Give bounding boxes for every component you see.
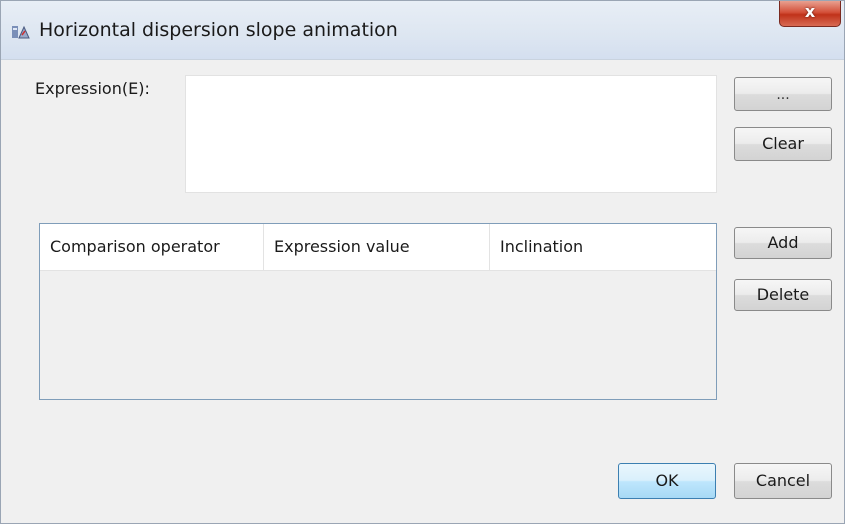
column-header-expression-value[interactable]: Expression value [264, 224, 490, 270]
ok-button[interactable]: OK [618, 463, 716, 499]
app-icon [11, 23, 31, 41]
close-icon: x [804, 2, 816, 21]
clear-button[interactable]: Clear [734, 127, 832, 161]
condition-table[interactable]: Comparison operator Expression value Inc… [39, 223, 717, 400]
column-header-inclination[interactable]: Inclination [490, 224, 716, 270]
expression-input[interactable] [185, 75, 717, 193]
dialog-window: Horizontal dispersion slope animation x … [0, 0, 845, 524]
browse-button[interactable]: ... [734, 77, 832, 111]
window-title: Horizontal dispersion slope animation [39, 19, 398, 41]
delete-button[interactable]: Delete [734, 279, 832, 311]
browse-button-label: ... [776, 86, 790, 103]
title-bar[interactable]: Horizontal dispersion slope animation x [1, 1, 844, 60]
table-header: Comparison operator Expression value Inc… [40, 224, 716, 271]
column-header-comparison-operator[interactable]: Comparison operator [40, 224, 264, 270]
table-body[interactable] [40, 271, 716, 399]
close-button[interactable]: x [779, 1, 841, 27]
expression-label: Expression(E): [35, 79, 150, 98]
add-button[interactable]: Add [734, 227, 832, 259]
cancel-button[interactable]: Cancel [734, 463, 832, 499]
